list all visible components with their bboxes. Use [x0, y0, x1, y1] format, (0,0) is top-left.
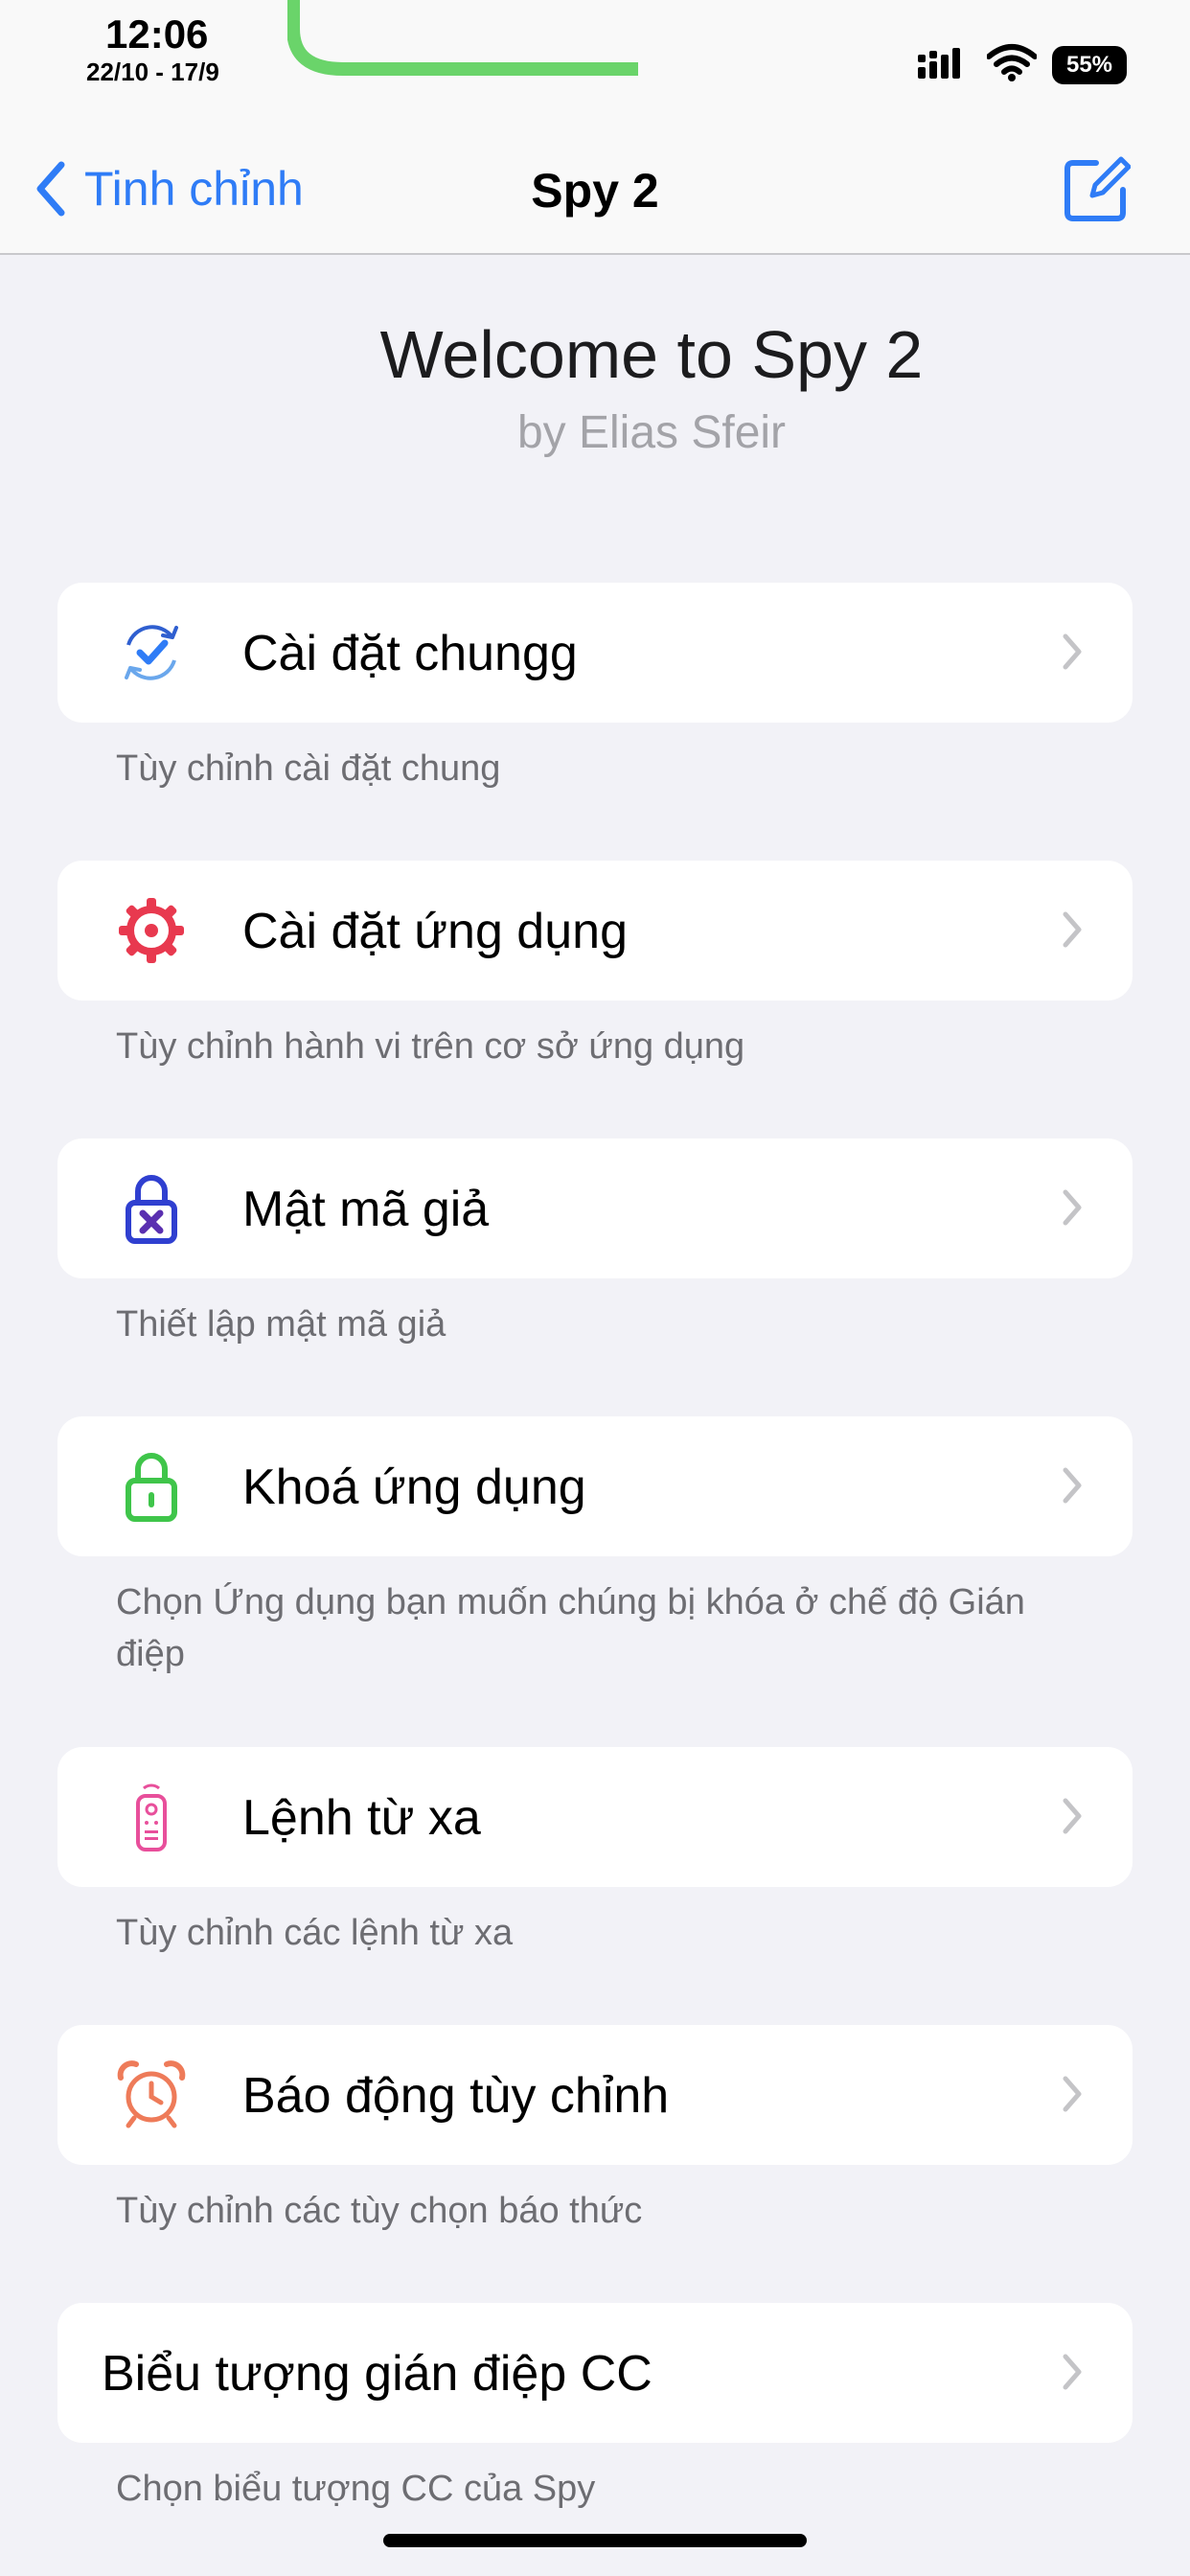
cell-app-settings[interactable]: Cài đặt ứng dụng [57, 861, 1133, 1000]
cell-footer: Tùy chỉnh cài đặt chung [116, 748, 501, 789]
chevron-right-icon [1063, 911, 1082, 948]
home-indicator[interactable] [383, 2534, 807, 2547]
welcome-subtitle: by Elias Sfeir [516, 407, 787, 458]
battery-indicator: 55% [1052, 46, 1127, 84]
chevron-right-icon [1063, 1189, 1082, 1226]
cell-cc-spy-icon[interactable]: Biểu tượng gián điệp CC [57, 2303, 1133, 2443]
cell-app-lock[interactable]: Khoá ứng dụng [57, 1416, 1133, 1556]
cell-footer: Chọn biểu tượng CC của Spy [116, 2469, 596, 2509]
chevron-right-icon [1063, 1798, 1082, 1834]
cell-label: Biểu tượng gián điệp CC [102, 2346, 652, 2402]
alarm-clock-icon [117, 2060, 186, 2128]
lock-open-icon [126, 1453, 177, 1522]
wifi-icon [987, 44, 1037, 81]
gear-icon [119, 898, 184, 963]
cell-general-settings[interactable]: Cài đặt chungg [57, 583, 1133, 723]
status-date-range: 22/10 - 17/9 [86, 58, 219, 86]
cell-label: Cài đặt chungg [242, 626, 578, 681]
lock-x-icon [126, 1175, 177, 1244]
compose-icon[interactable] [1064, 155, 1131, 222]
refresh-check-icon [125, 625, 178, 680]
remote-icon [136, 1783, 167, 1852]
chevron-right-icon [1063, 1467, 1082, 1504]
status-bar: 12:06 22/10 - 17/9 55% [0, 0, 1190, 134]
navigation-bar: Tinh chỉnh Spy 2 [0, 134, 1190, 255]
cell-label: Lệnh từ xa [242, 1790, 481, 1846]
cell-label: Mật mã giả [242, 1182, 490, 1237]
cellular-signal-icon [918, 48, 960, 79]
cell-fake-passcode[interactable]: Mật mã giả [57, 1138, 1133, 1278]
welcome-title: Welcome to Spy 2 [379, 317, 924, 392]
cell-label: Báo động tùy chỉnh [242, 2068, 670, 2124]
cell-footer: Tùy chỉnh hành vi trên cơ sở ứng dụng [116, 1026, 745, 1067]
cell-footer: Chọn Ứng dụng bạn muốn chúng bị khóa ở c… [116, 1582, 1025, 1674]
cell-footer: Tùy chỉnh các tùy chọn báo thức [116, 2191, 643, 2231]
status-time: 12:06 [105, 12, 209, 57]
cell-footer: Tùy chỉnh các lệnh từ xa [116, 1913, 514, 1953]
page-title: Spy 2 [531, 164, 659, 218]
cell-label: Khoá ứng dụng [242, 1460, 586, 1515]
cell-footer: Thiết lập mật mã giả [116, 1304, 446, 1345]
cell-custom-alarm[interactable]: Báo động tùy chỉnh [57, 2025, 1133, 2165]
chevron-right-icon [1063, 2076, 1082, 2112]
chevron-right-icon [1063, 2354, 1082, 2390]
timer-indicator-icon [287, 0, 638, 76]
cell-remote-commands[interactable]: Lệnh từ xa [57, 1747, 1133, 1887]
chevron-right-icon [1063, 633, 1082, 670]
cell-label: Cài đặt ứng dụng [242, 904, 628, 959]
